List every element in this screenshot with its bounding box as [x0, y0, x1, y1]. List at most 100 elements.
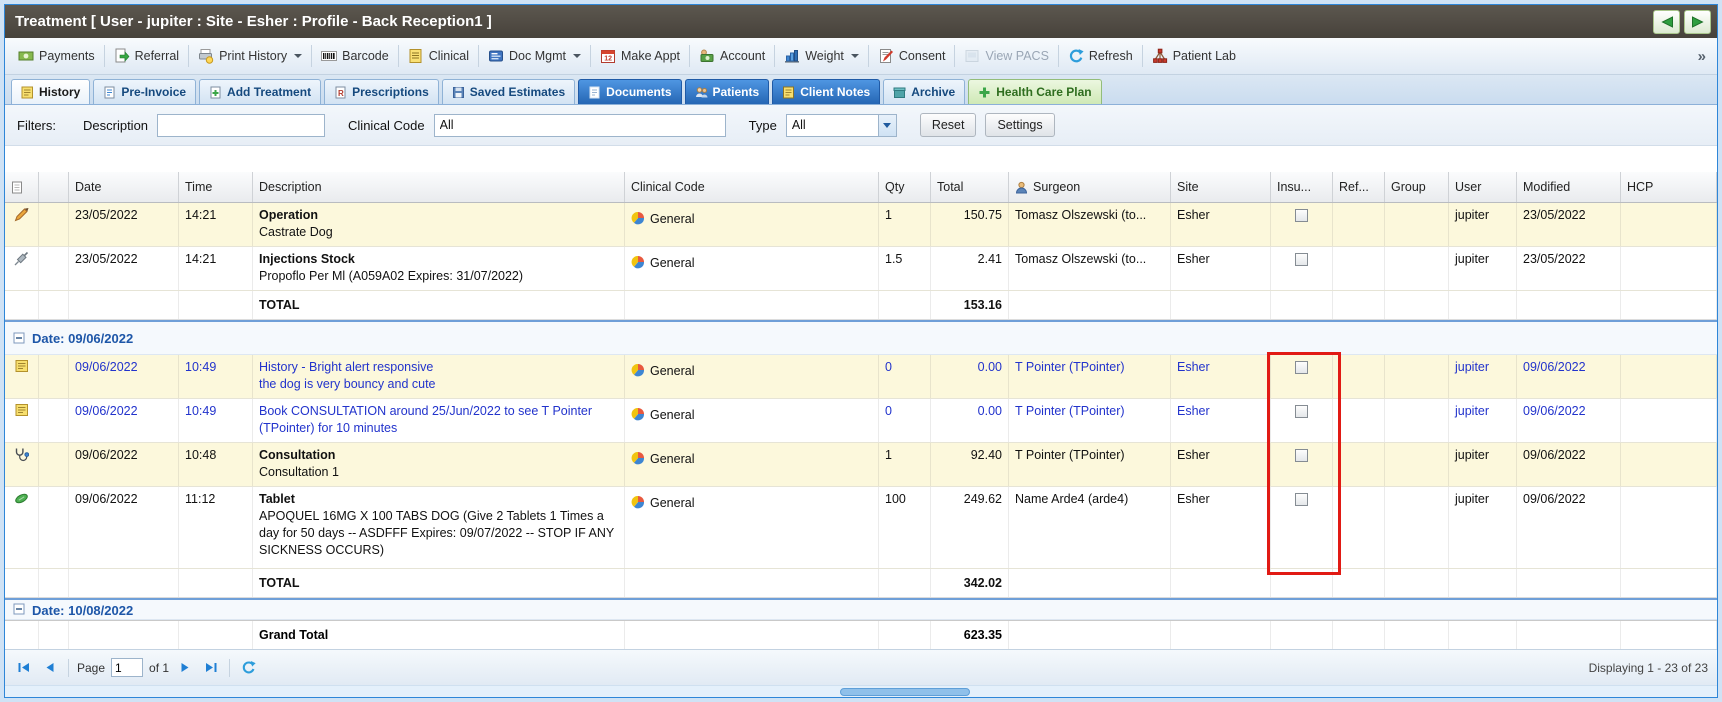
- tab-documents[interactable]: Documents: [578, 79, 682, 104]
- column-header-surgeon[interactable]: Surgeon: [1009, 172, 1171, 202]
- insurance-checkbox[interactable]: [1295, 253, 1308, 266]
- payments-button[interactable]: Payments: [11, 44, 102, 68]
- table-row-injections[interactable]: 23/05/2022 14:21 Injections Stock Propofl…: [5, 247, 1717, 291]
- grand-total-value: 623.35: [931, 621, 1009, 649]
- svg-text:R: R: [338, 89, 344, 98]
- collapse-icon[interactable]: [13, 332, 25, 344]
- tab-saved-estimates[interactable]: Saved Estimates: [441, 79, 576, 104]
- column-header-ref[interactable]: Ref...: [1333, 172, 1385, 202]
- page-label: Page: [77, 660, 106, 675]
- collapse-icon[interactable]: [13, 603, 25, 615]
- group-header-row-clipped[interactable]: Date: 10/08/2022: [5, 598, 1717, 620]
- toolbar-separator: [589, 45, 591, 67]
- tab-archive[interactable]: Archive: [883, 79, 966, 104]
- combo-trigger-button[interactable]: [877, 113, 897, 137]
- table-row-history-note[interactable]: 09/06/2022 10:49 History - Bright alert …: [5, 355, 1717, 399]
- table-row-tablet[interactable]: 09/06/2022 11:12 Tablet APOQUEL 16MG X 10…: [5, 487, 1717, 569]
- first-page-button[interactable]: [14, 658, 34, 678]
- barcode-button[interactable]: Barcode: [314, 44, 396, 68]
- page-number-input[interactable]: [111, 658, 144, 677]
- date-cell: 09/06/2022: [69, 399, 179, 442]
- tab-add-treatment[interactable]: Add Treatment: [199, 79, 322, 104]
- insurance-checkbox[interactable]: [1295, 405, 1308, 418]
- row-type-column-header[interactable]: [5, 172, 39, 202]
- settings-button[interactable]: Settings: [985, 113, 1055, 137]
- doc-mgmt-button[interactable]: Doc Mgmt: [481, 44, 588, 68]
- view-pacs-icon: [964, 48, 980, 64]
- tab-patients[interactable]: Patients: [684, 79, 770, 104]
- site-cell: Esher: [1171, 203, 1271, 246]
- insurance-checkbox[interactable]: [1295, 449, 1308, 462]
- column-header-user[interactable]: User: [1449, 172, 1517, 202]
- description-subtext: APOQUEL 16MG X 100 TABS DOG (Give 2 Tabl…: [259, 509, 615, 557]
- forward-button[interactable]: [1684, 9, 1711, 34]
- tab-client-notes[interactable]: Client Notes: [772, 79, 881, 104]
- description-title: Operation: [259, 208, 319, 222]
- column-header-time[interactable]: Time: [179, 172, 253, 202]
- horizontal-scrollbar[interactable]: [5, 685, 1717, 697]
- tab-documents-label: Documents: [606, 85, 672, 99]
- empty-cell: [1385, 291, 1449, 319]
- paging-refresh-button[interactable]: [238, 658, 258, 678]
- insurance-checkbox[interactable]: [1295, 493, 1308, 506]
- patient-lab-button[interactable]: Patient Lab: [1145, 44, 1243, 68]
- previous-page-button[interactable]: [40, 658, 60, 678]
- group-header-row[interactable]: Date: 09/06/2022: [5, 320, 1717, 355]
- expander-cell: [39, 247, 69, 290]
- weight-button[interactable]: Weight: [777, 44, 866, 68]
- total-cell: 0.00: [931, 399, 1009, 442]
- insurance-checkbox[interactable]: [1295, 209, 1308, 222]
- payments-label: Payments: [39, 49, 95, 63]
- consent-button[interactable]: Consent: [871, 44, 953, 68]
- account-button[interactable]: Account: [692, 44, 772, 68]
- referral-button[interactable]: Referral: [107, 44, 186, 68]
- expander-cell: [39, 443, 69, 486]
- column-header-hcp[interactable]: HCP: [1621, 172, 1717, 202]
- expander-cell: [39, 487, 69, 568]
- clinical-button[interactable]: Clinical: [401, 44, 476, 68]
- next-page-button[interactable]: [175, 658, 195, 678]
- empty-cell: [1621, 569, 1717, 597]
- column-header-modified[interactable]: Modified: [1517, 172, 1621, 202]
- column-header-qty[interactable]: Qty: [879, 172, 931, 202]
- print-history-button[interactable]: Print History: [191, 44, 309, 68]
- column-header-insurance[interactable]: Insu...: [1271, 172, 1333, 202]
- tab-health-care-plan[interactable]: Health Care Plan: [968, 79, 1102, 104]
- horizontal-scrollbar-thumb[interactable]: [840, 688, 970, 696]
- total-cell: 150.75: [931, 203, 1009, 246]
- toolbar-overflow-button[interactable]: »: [1693, 48, 1711, 65]
- insurance-checkbox[interactable]: [1295, 361, 1308, 374]
- type-filter-input[interactable]: [785, 113, 878, 137]
- clinical-code-icon: [631, 451, 645, 465]
- make-appt-button[interactable]: 12 Make Appt: [593, 44, 687, 68]
- clinical-code-filter-input[interactable]: [433, 113, 726, 137]
- total-row-value: 153.16: [931, 291, 1009, 319]
- column-header-site[interactable]: Site: [1171, 172, 1271, 202]
- view-pacs-label: View PACS: [985, 49, 1049, 63]
- reset-button[interactable]: Reset: [919, 113, 977, 137]
- grand-total-label: Grand Total: [253, 621, 625, 649]
- empty-cell: [1621, 291, 1717, 319]
- last-page-button[interactable]: [201, 658, 221, 678]
- table-row-consultation[interactable]: 09/06/2022 10:48 Consultation Consultatio…: [5, 443, 1717, 487]
- column-header-total[interactable]: Total: [931, 172, 1009, 202]
- description-subtext: the dog is very bouncy and cute: [259, 377, 436, 391]
- insurance-cell: [1271, 399, 1333, 442]
- description-filter-input[interactable]: [157, 113, 326, 137]
- column-header-clinical-code[interactable]: Clinical Code: [625, 172, 879, 202]
- tab-history[interactable]: History: [11, 79, 91, 104]
- column-header-description[interactable]: Description: [253, 172, 625, 202]
- tab-pre-invoice[interactable]: Pre-Invoice: [93, 79, 197, 104]
- account-icon: [699, 48, 715, 64]
- filters-title: Filters:: [17, 117, 56, 133]
- tab-prescriptions[interactable]: R Prescriptions: [324, 79, 439, 104]
- back-button[interactable]: [1653, 9, 1680, 34]
- column-header-date[interactable]: Date: [69, 172, 179, 202]
- clinical-code-filter-label: Clinical Code: [348, 117, 425, 133]
- refresh-button[interactable]: Refresh: [1061, 44, 1140, 68]
- treatment-window: Treatment [ User - jupiter : Site - Eshe…: [4, 4, 1718, 698]
- column-header-group[interactable]: Group: [1385, 172, 1449, 202]
- table-row-book-consultation-note[interactable]: 09/06/2022 10:49 Book CONSULTATION aroun…: [5, 399, 1717, 443]
- empty-cell: [179, 621, 253, 649]
- table-row-operation[interactable]: 23/05/2022 14:21 Operation Castrate Dog G…: [5, 203, 1717, 247]
